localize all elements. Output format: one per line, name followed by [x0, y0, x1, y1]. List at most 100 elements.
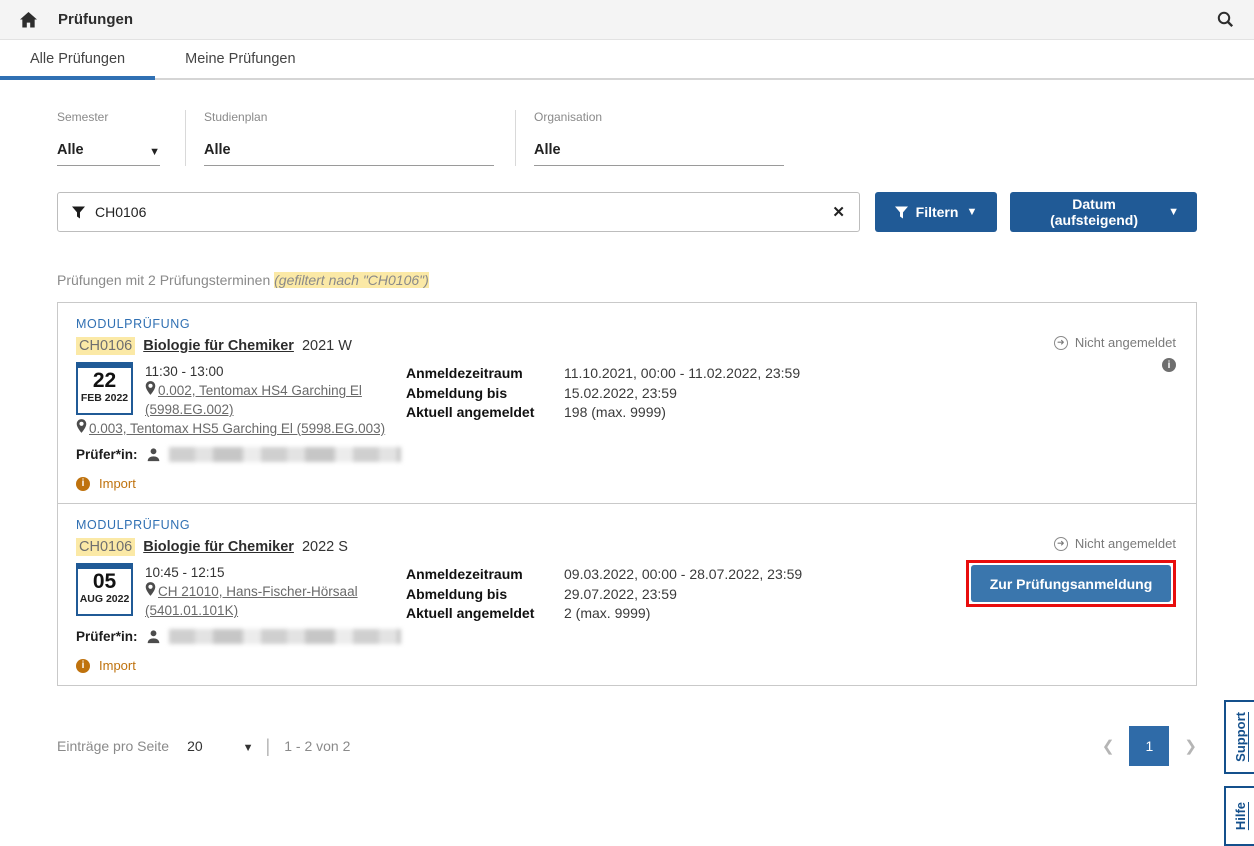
next-page-icon[interactable]: ❯ — [1184, 737, 1197, 755]
examiner-row: Prüfer*in: — [76, 620, 406, 644]
detail-label: Aktuell angemeldet — [406, 403, 564, 423]
exam-status-block: ➜ Nicht angemeldet i — [1054, 335, 1176, 373]
tab-bar: Alle Prüfungen Meine Prüfungen — [0, 40, 1254, 80]
person-icon — [146, 447, 161, 462]
range-text: 1 - 2 von 2 — [284, 738, 350, 754]
detail-label: Abmeldung bis — [406, 585, 564, 605]
chevron-down-icon: ▼ — [1168, 206, 1179, 218]
date-day: 22 — [78, 369, 131, 392]
location-pin-icon — [76, 419, 87, 433]
detail-value: 29.07.2022, 23:59 — [564, 585, 677, 605]
exam-title-line: CH0106 Biologie für Chemiker 2021 W — [76, 338, 1178, 354]
chevron-down-icon: ▼ — [243, 742, 254, 754]
studienplan-value: Alle — [204, 142, 231, 158]
page-title: Prüfungen — [58, 11, 133, 28]
status-text: Nicht angemeldet — [1075, 335, 1176, 350]
organisation-value: Alle — [534, 142, 561, 158]
exam-when-where: 22 FEB 2022 11:30 - 13:00 0.002, Tentoma… — [76, 362, 406, 462]
per-page-select[interactable]: 20 ▼ — [187, 738, 253, 754]
filter-row: Semester Alle ▼ Studienplan Alle Organis… — [57, 110, 1197, 166]
arrow-circle-icon: ➜ — [1054, 537, 1068, 551]
detail-value: 11.10.2021, 00:00 - 11.02.2022, 23:59 — [564, 364, 800, 384]
exam-when-where: 05 AUG 2022 10:45 - 12:15 CH 21010, Hans… — [76, 563, 406, 644]
filtern-label: Filtern — [916, 204, 959, 220]
exam-code: CH0106 — [76, 337, 135, 355]
person-icon — [146, 629, 161, 644]
detail-label: Aktuell angemeldet — [406, 604, 564, 624]
location-pin-icon — [145, 381, 156, 395]
tab-meine-pruefungen[interactable]: Meine Prüfungen — [155, 40, 325, 78]
exam-body: 22 FEB 2022 11:30 - 13:00 0.002, Tentoma… — [76, 362, 1178, 462]
exam-code: CH0106 — [76, 538, 135, 556]
tab-alle-pruefungen[interactable]: Alle Prüfungen — [0, 40, 155, 78]
examiner-name-redacted — [169, 447, 401, 462]
filter-semester: Semester Alle ▼ — [57, 110, 185, 166]
import-label: Import — [99, 658, 136, 673]
top-bar: Prüfungen — [0, 0, 1254, 40]
filtern-button[interactable]: Filtern ▼ — [875, 192, 997, 232]
page-number-button[interactable]: 1 — [1129, 726, 1169, 766]
info-icon[interactable]: i — [1162, 358, 1176, 372]
clear-search-icon[interactable]: ✕ — [832, 203, 845, 221]
semester-select[interactable]: Alle ▼ — [57, 142, 160, 166]
date-month: AUG 2022 — [78, 593, 131, 605]
examiner-label: Prüfer*in: — [76, 629, 138, 644]
filter-organisation: Organisation Alle — [515, 110, 845, 166]
location-link[interactable]: 0.002, Tentomax HS4 Garching El (5998.EG… — [145, 383, 362, 417]
detail-label: Abmeldung bis — [406, 384, 564, 404]
per-page-value: 20 — [187, 738, 203, 754]
exam-card: MODULPRÜFUNG CH0106 Biologie für Chemike… — [58, 303, 1196, 503]
home-icon[interactable] — [18, 10, 38, 30]
status-text: Nicht angemeldet — [1075, 536, 1176, 551]
organisation-field[interactable]: Alle — [534, 142, 784, 166]
pager: ❮ 1 ❯ — [1102, 726, 1197, 766]
detail-value: 09.03.2022, 00:00 - 28.07.2022, 23:59 — [564, 565, 802, 585]
divider: | — [266, 736, 271, 757]
exam-card: MODULPRÜFUNG CH0106 Biologie für Chemike… — [58, 503, 1196, 685]
pagination-row: Einträge pro Seite 20 ▼ | 1 - 2 von 2 ❮ … — [57, 726, 1197, 766]
filter-label: Studienplan — [204, 110, 491, 124]
studienplan-field[interactable]: Alle — [204, 142, 494, 166]
detail-label: Anmeldezeitraum — [406, 364, 564, 384]
result-summary: Prüfungen mit 2 Prüfungsterminen (gefilt… — [57, 272, 1197, 288]
status-line: ➜ Nicht angemeldet — [966, 536, 1176, 551]
summary-text: Prüfungen mit 2 Prüfungsterminen — [57, 272, 270, 288]
detail-value: 15.02.2022, 23:59 — [564, 384, 677, 404]
import-link[interactable]: i Import — [76, 658, 1178, 673]
filter-label: Organisation — [534, 110, 821, 124]
exam-course-link[interactable]: Biologie für Chemiker — [143, 539, 294, 555]
register-exam-button[interactable]: Zur Prüfungsanmeldung — [971, 565, 1171, 602]
date-day: 05 — [78, 570, 131, 593]
filter-studienplan: Studienplan Alle — [185, 110, 515, 166]
summary-filter-note: (gefiltert nach "CH0106") — [274, 272, 429, 288]
support-label: Support — [1233, 712, 1248, 762]
location-link[interactable]: 0.003, Tentomax HS5 Garching El (5998.EG… — [89, 421, 385, 436]
search-row: ✕ Filtern ▼ Datum (aufsteigend) ▼ — [57, 192, 1197, 232]
exam-type: MODULPRÜFUNG — [76, 317, 1178, 331]
hilfe-tab[interactable]: Hilfe — [1224, 786, 1254, 846]
detail-value: 2 (max. 9999) — [564, 604, 650, 624]
examiner-label: Prüfer*in: — [76, 447, 138, 462]
date-box: 22 FEB 2022 — [76, 362, 133, 415]
location-pin-icon — [145, 582, 156, 596]
detail-label: Anmeldezeitraum — [406, 565, 564, 585]
search-box[interactable]: ✕ — [57, 192, 860, 232]
location-link[interactable]: CH 21010, Hans-Fischer-Hörsaal (5401.01.… — [145, 584, 358, 618]
examiner-name-redacted — [169, 629, 401, 644]
import-link[interactable]: i Import — [76, 476, 1178, 491]
info-icon: i — [76, 477, 90, 491]
funnel-icon — [72, 206, 85, 219]
tab-label: Alle Prüfungen — [30, 51, 125, 67]
sort-button[interactable]: Datum (aufsteigend) ▼ — [1010, 192, 1197, 232]
exam-details: Anmeldezeitraum 11.10.2021, 00:00 - 11.0… — [406, 362, 1178, 462]
chevron-down-icon: ▼ — [966, 206, 977, 218]
search-input[interactable] — [95, 204, 832, 220]
prev-page-icon[interactable]: ❮ — [1102, 737, 1115, 755]
hilfe-label: Hilfe — [1233, 802, 1248, 830]
exam-term: 2021 W — [302, 338, 352, 354]
support-tab[interactable]: Support — [1224, 700, 1254, 774]
detail-row: Aktuell angemeldet 198 (max. 9999) — [406, 403, 1178, 423]
global-search-icon[interactable] — [1216, 10, 1236, 30]
exam-course-link[interactable]: Biologie für Chemiker — [143, 338, 294, 354]
exam-location: 0.003, Tentomax HS5 Garching El (5998.EG… — [76, 419, 406, 438]
